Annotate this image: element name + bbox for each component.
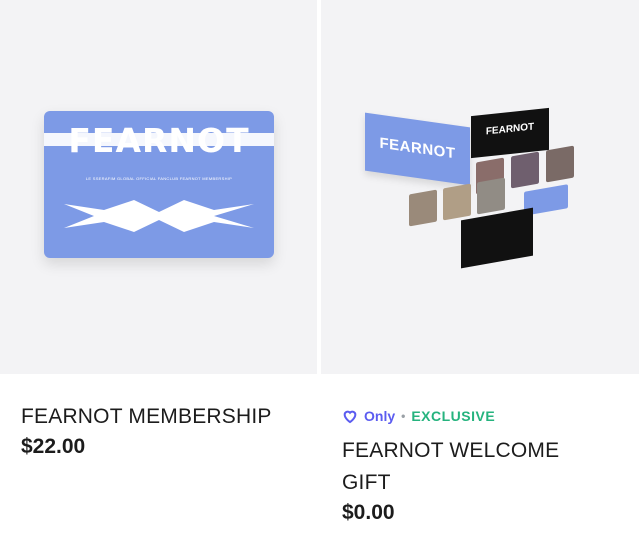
black-sleeve-logo: FEARNOT	[485, 121, 535, 138]
gift-box-illustration: FEARNOT	[365, 112, 470, 186]
product-title[interactable]: FEARNOT MEMBERSHIP	[21, 401, 311, 433]
product-image-welcome-gift[interactable]: FEARNOT FEARNOT	[321, 0, 639, 374]
card-logo-text: FEARNOT	[68, 121, 250, 160]
exclusive-badge: EXCLUSIVE	[411, 408, 496, 424]
exclusive-badge-row: Only • EXCLUSIVE	[342, 405, 495, 427]
membership-card-illustration: FEARNOT LE SSERAFIM GLOBAL OFFICIAL FANC…	[44, 111, 274, 258]
photocard	[409, 189, 437, 227]
card-burst-graphic	[64, 200, 254, 232]
black-sleeve-illustration: FEARNOT	[471, 107, 549, 159]
photocard	[511, 151, 539, 189]
card-subtitle: LE SSERAFIM GLOBAL OFFICIAL FANCLUB FEAR…	[85, 176, 233, 181]
separator-dot: •	[401, 409, 406, 423]
heart-icon	[343, 410, 357, 424]
photocard	[477, 177, 505, 215]
product-title-line-2[interactable]: GIFT	[342, 467, 632, 499]
product-title-line-1[interactable]: FEARNOT WELCOME	[342, 435, 632, 467]
gift-box-logo: FEARNOT	[379, 134, 456, 163]
black-card-illustration	[461, 207, 533, 269]
only-badge: Only	[364, 408, 396, 424]
photocard	[546, 145, 574, 183]
photocard	[443, 183, 471, 221]
product-price: $22.00	[21, 435, 86, 458]
product-card-membership[interactable]: FEARNOT LE SSERAFIM GLOBAL OFFICIAL FANC…	[0, 0, 317, 458]
product-image-membership[interactable]: FEARNOT LE SSERAFIM GLOBAL OFFICIAL FANC…	[0, 0, 317, 374]
product-card-welcome-gift[interactable]: FEARNOT FEARNOT Only • EXCLUSIVE FEARNOT…	[321, 0, 639, 524]
product-price: $0.00	[342, 501, 395, 524]
